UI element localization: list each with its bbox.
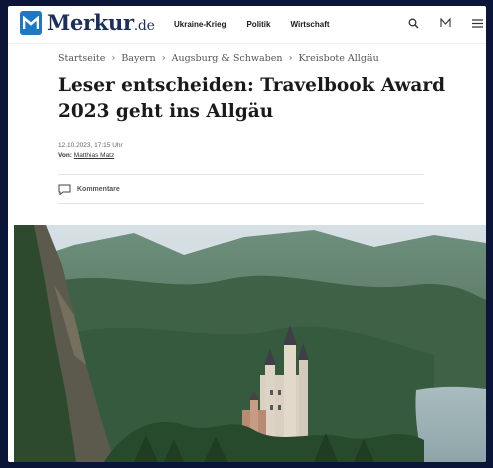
breadcrumb-item-augsburg-schwaben[interactable]: Augsburg & Schwaben <box>172 53 283 64</box>
meta-divider <box>58 174 424 175</box>
site-logo[interactable]: Merkur.de <box>20 10 155 35</box>
breadcrumb-item-kreisbote-allgaeu[interactable]: Kreisbote Allgäu <box>298 53 378 64</box>
breadcrumb-separator-icon: › <box>288 53 293 64</box>
nav-item-wirtschaft[interactable]: Wirtschaft <box>290 20 329 29</box>
comments-button[interactable]: Kommentare <box>58 184 120 195</box>
merkur-logo-icon <box>20 10 42 35</box>
nav-item-ukraine-krieg[interactable]: Ukraine-Krieg <box>174 20 226 29</box>
site-header: Merkur.de Ukraine-Krieg Politik Wirtscha… <box>8 6 486 42</box>
search-icon[interactable] <box>406 15 420 31</box>
hero-image[interactable] <box>14 225 486 462</box>
menu-icon[interactable] <box>470 15 484 31</box>
castle-landscape-image <box>14 225 486 462</box>
article-title: Leser entscheiden: Travelbook Award 2023… <box>58 75 446 122</box>
browser-page: Merkur.de Ukraine-Krieg Politik Wirtscha… <box>8 6 486 462</box>
breadcrumb-item-startseite[interactable]: Startseite <box>58 53 105 64</box>
logo-tld: .de <box>133 18 155 34</box>
m-icon[interactable] <box>438 15 452 31</box>
header-actions <box>406 15 484 31</box>
breadcrumb: Startseite › Bayern › Augsburg & Schwabe… <box>58 53 379 64</box>
article-date: 12.10.2023, 17:15 Uhr <box>58 142 123 149</box>
header-divider <box>8 43 486 44</box>
article-meta: 12.10.2023, 17:15 Uhr Von: Matthias Matz <box>58 141 123 161</box>
logo-text: Merkur.de <box>47 10 155 35</box>
comment-icon <box>58 184 71 195</box>
author-prefix: Von: <box>58 152 72 159</box>
logo-name: Merkur <box>47 10 134 35</box>
breadcrumb-separator-icon: › <box>111 53 116 64</box>
comments-divider <box>58 203 424 204</box>
article-author-line: Von: Matthias Matz <box>58 151 123 161</box>
comments-label: Kommentare <box>77 186 120 193</box>
main-nav: Ukraine-Krieg Politik Wirtschaft <box>174 20 330 29</box>
author-link[interactable]: Matthias Matz <box>74 152 114 159</box>
breadcrumb-separator-icon: › <box>161 53 166 64</box>
breadcrumb-item-bayern[interactable]: Bayern <box>121 53 155 64</box>
nav-item-politik[interactable]: Politik <box>246 20 270 29</box>
